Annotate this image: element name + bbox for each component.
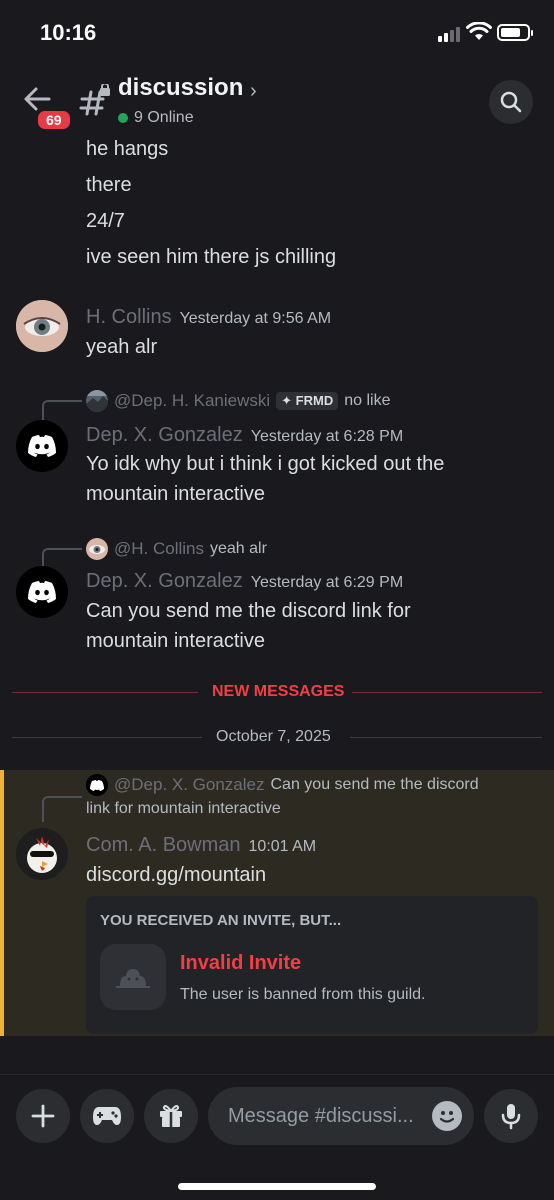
reply-preview[interactable]: @Dep. H. Kaniewski ✦ FRMD no like [86, 390, 390, 412]
reply-avatar [86, 538, 108, 560]
invite-title: Invalid Invite [180, 952, 302, 974]
message-composer [0, 1074, 554, 1200]
reply-username[interactable]: @H. Collins [114, 539, 204, 559]
unread-badge: 69 [35, 108, 73, 132]
plus-icon [31, 1104, 55, 1128]
message-text: Can you send me the discord link for [86, 600, 411, 622]
voice-message-button[interactable] [484, 1089, 538, 1143]
reply-text: no like [344, 392, 391, 409]
reply-avatar [86, 774, 108, 796]
discord-logo-icon [28, 581, 56, 603]
username-text[interactable]: H. Collins [86, 306, 172, 328]
online-dot-icon [118, 113, 128, 123]
message-text: mountain interactive [86, 483, 265, 505]
status-time: 10:16 [40, 20, 97, 45]
wifi-icon [466, 22, 492, 40]
message-line: ive seen him there js chilling [86, 246, 337, 268]
reply-connector [42, 548, 82, 568]
reply-preview-continued: link for mountain interactive [86, 800, 281, 818]
invite-embed[interactable]: YOU RECEIVED AN INVITE, BUT... Invalid I… [86, 896, 538, 1034]
reply-text: yeah alr [210, 540, 267, 557]
reply-avatar [86, 390, 108, 412]
avatar[interactable] [16, 420, 68, 472]
server-tag: ✦ FRMD [276, 392, 339, 410]
avatar[interactable] [16, 566, 68, 618]
microphone-icon [501, 1104, 521, 1130]
battery-icon [497, 24, 533, 41]
reply-connector [42, 796, 82, 822]
reply-preview[interactable]: @H. Collins yeah alr [86, 538, 267, 560]
online-count-text: 9 Online [134, 109, 194, 126]
invite-header: YOU RECEIVED AN INVITE, BUT... [100, 912, 342, 929]
message-line: 24/7 [86, 210, 125, 232]
username-text[interactable]: Com. A. Bowman [86, 834, 241, 856]
chevron-right-icon[interactable]: › [250, 80, 257, 103]
search-button[interactable] [489, 80, 533, 124]
reply-connector [42, 400, 82, 420]
cellular-signal-icon [438, 27, 460, 42]
avatar[interactable] [16, 828, 68, 880]
message-username[interactable]: Com. A. Bowman 10:01 AM [86, 834, 316, 857]
channel-title[interactable]: discussion [118, 74, 243, 102]
home-indicator[interactable] [178, 1183, 376, 1190]
add-attachment-button[interactable] [16, 1089, 70, 1143]
message-timestamp: Yesterday at 6:28 PM [250, 428, 404, 445]
discord-logo-icon [28, 435, 56, 457]
message-text: yeah alr [86, 336, 158, 358]
invite-subtitle: The user is banned from this guild. [180, 986, 426, 1003]
date-divider-label: October 7, 2025 [216, 728, 331, 745]
reply-preview[interactable]: @Dep. X. Gonzalez Can you send me the di… [86, 774, 479, 796]
online-count: 9 Online [118, 109, 194, 127]
status-bar: 10:16 [0, 0, 554, 66]
message-link[interactable]: discord.gg/mountain [86, 864, 266, 887]
message-timestamp: Yesterday at 9:56 AM [179, 310, 332, 327]
message-input[interactable] [228, 1087, 428, 1145]
username-text[interactable]: Dep. X. Gonzalez [86, 424, 243, 446]
avatar[interactable] [16, 300, 68, 352]
message-username[interactable]: Dep. X. Gonzalez Yesterday at 6:29 PM [86, 570, 403, 593]
locked-channel-hash-icon [79, 84, 110, 116]
message-list[interactable]: he hangs there 24/7 ive seen him there j… [0, 138, 554, 1072]
username-text[interactable]: Dep. X. Gonzalez [86, 570, 243, 592]
message-timestamp: 10:01 AM [248, 838, 317, 855]
message-input-container[interactable] [208, 1087, 474, 1145]
invalid-invite-icon [100, 944, 166, 1010]
search-icon [500, 91, 522, 113]
message-line: there [86, 174, 132, 196]
activities-button[interactable] [80, 1089, 134, 1143]
server-tag-text: FRMD [295, 393, 334, 408]
message-text: mountain interactive [86, 630, 265, 652]
message-timestamp: Yesterday at 6:29 PM [250, 574, 404, 591]
reply-username[interactable]: @Dep. H. Kaniewski [114, 391, 270, 411]
emoji-icon[interactable] [432, 1101, 462, 1131]
gift-icon [160, 1105, 182, 1127]
channel-header: 69 discussion › 9 Online [0, 66, 554, 138]
message-username[interactable]: Dep. X. Gonzalez Yesterday at 6:28 PM [86, 424, 403, 447]
message-username[interactable]: H. Collins Yesterday at 9:56 AM [86, 306, 331, 329]
new-messages-label: NEW MESSAGES [212, 683, 345, 700]
message-text: Yo idk why but i think i got kicked out … [86, 453, 445, 475]
reply-text: Can you send me the discord [270, 776, 479, 793]
gamepad-icon [93, 1107, 121, 1125]
reply-username[interactable]: @Dep. X. Gonzalez [114, 775, 265, 795]
message-line: he hangs [86, 138, 169, 160]
reply-text: link for mountain interactive [86, 800, 281, 817]
gift-button[interactable] [144, 1089, 198, 1143]
